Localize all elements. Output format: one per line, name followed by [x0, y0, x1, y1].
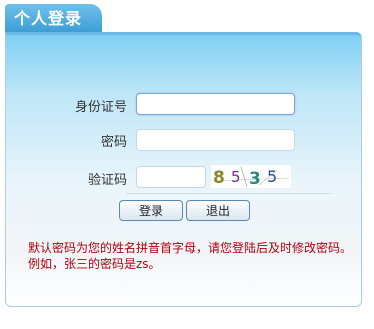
login-button[interactable]: 登录 — [119, 200, 183, 221]
captcha-label: 验证码 — [87, 173, 127, 188]
notice-line-1: 默认密码为您的姓名拼音首字母，请您登陆后及时修改密码。 — [28, 241, 353, 255]
id-number-input[interactable] — [136, 93, 295, 115]
password-input[interactable] — [136, 129, 295, 151]
captcha-input[interactable] — [136, 166, 206, 188]
password-label: 密码 — [100, 135, 127, 150]
login-tab-title: 个人登录 — [14, 9, 83, 28]
captcha-digit: 8 — [213, 168, 225, 188]
exit-button[interactable]: 退出 — [186, 200, 250, 221]
captcha-digit: 3 — [249, 169, 261, 188]
captcha-digit: 5 — [231, 168, 241, 186]
notice-line-2: 例如，张三的密码是zs。 — [28, 257, 161, 271]
captcha-image[interactable]: 8 5 3 5 — [211, 165, 291, 189]
captcha-digit: 5 — [267, 167, 277, 186]
password-notice: 默认密码为您的姓名拼音首字母，请您登陆后及时修改密码。 例如，张三的密码是zs。 — [28, 240, 358, 272]
id-number-label: 身份证号 — [74, 100, 127, 115]
form-divider — [126, 193, 332, 194]
login-tab: 个人登录 — [5, 4, 102, 32]
